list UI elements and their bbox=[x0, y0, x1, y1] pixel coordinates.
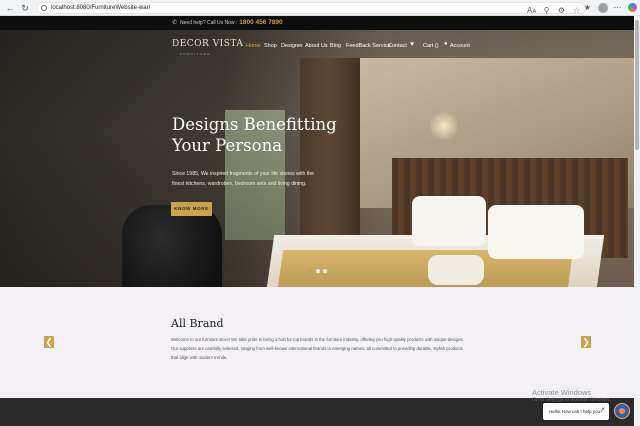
help-phone[interactable]: 1800 456 7890 bbox=[239, 19, 282, 26]
all-brand-section: ❮ All Brand Welcome to our furniture sto… bbox=[0, 287, 634, 398]
carousel-dot-1[interactable] bbox=[309, 269, 313, 273]
nav-designer[interactable]: Designer bbox=[281, 42, 303, 50]
bookmark-icon[interactable]: ☆ bbox=[572, 6, 581, 16]
top-contact-bar: ✆ Need help? Call Us Now :1800 456 7890 bbox=[0, 16, 634, 30]
reader-icon[interactable]: Aᴀ bbox=[527, 6, 536, 16]
hero-description: Since 1985, We inspired fragments of you… bbox=[172, 171, 315, 187]
site-info-icon[interactable] bbox=[41, 5, 47, 11]
hero-chair-image bbox=[122, 205, 222, 287]
zoom-icon[interactable]: ⚲ bbox=[542, 6, 551, 16]
hero-pillow-image bbox=[412, 196, 486, 246]
hero-title-line-2: Your Persona bbox=[172, 136, 283, 155]
nav-account[interactable]: Account bbox=[450, 42, 470, 50]
carousel-dot-2[interactable] bbox=[316, 269, 320, 273]
address-bar[interactable]: localhost:8080/FurnitureWebsite-war/ Aᴀ … bbox=[36, 2, 586, 16]
carousel-indicators bbox=[309, 269, 327, 273]
brand-section-text: Welcome to our furniture store! We take … bbox=[171, 337, 464, 360]
url-text[interactable]: localhost:8080/FurnitureWebsite-war/ bbox=[51, 3, 150, 14]
more-icon[interactable]: ⋯ bbox=[613, 3, 622, 13]
nav-shop[interactable]: Shop bbox=[264, 42, 277, 50]
nav-about-us[interactable]: About Us bbox=[305, 42, 328, 50]
brand-prev-arrow-icon[interactable]: ❮ bbox=[44, 336, 54, 348]
profile-icon[interactable] bbox=[598, 3, 608, 13]
nav-home[interactable]: Home bbox=[246, 42, 261, 50]
back-icon[interactable]: ← bbox=[5, 3, 15, 13]
nav-contact[interactable]: Contact bbox=[388, 42, 407, 50]
hero-lamp-image bbox=[429, 111, 459, 141]
reload-icon[interactable]: ↻ bbox=[20, 3, 30, 13]
know-more-button[interactable]: KNOW MORE bbox=[171, 202, 212, 216]
chat-popup[interactable]: Hello! How can I help you? × bbox=[543, 403, 609, 420]
favorites-icon[interactable]: ★ bbox=[583, 3, 592, 13]
brand-next-arrow-icon[interactable]: ❯ bbox=[581, 336, 591, 348]
chatbot-launcher-icon[interactable] bbox=[614, 403, 630, 419]
help-label: Need help? Call Us Now : bbox=[180, 20, 238, 26]
scrollbar-thumb[interactable] bbox=[635, 20, 639, 150]
nav-blog[interactable]: Blog bbox=[330, 42, 341, 50]
browser-toolbar: ← ↻ localhost:8080/FurnitureWebsite-war/… bbox=[0, 0, 640, 16]
nav-feedback-service[interactable]: FeedBack Service bbox=[346, 42, 391, 50]
carousel-dot-3[interactable] bbox=[323, 269, 327, 273]
extensions-icon[interactable]: ⚙ bbox=[557, 6, 566, 16]
hero-banner: DECOR VISTA FURNITURE Home Shop Designer… bbox=[0, 30, 634, 287]
help-line: ✆ Need help? Call Us Now :1800 456 7890 bbox=[172, 16, 283, 30]
nav-cart[interactable]: Cart () bbox=[423, 42, 439, 50]
hero-title-line-1: Designs Benefitting bbox=[172, 115, 337, 134]
page-scrollbar[interactable] bbox=[634, 16, 640, 426]
chat-popup-text[interactable]: Hello! How can I help you? bbox=[549, 403, 603, 420]
activate-windows-title: Activate Windows bbox=[532, 388, 592, 397]
copilot-icon[interactable] bbox=[628, 3, 637, 12]
chat-close-icon[interactable]: × bbox=[601, 403, 605, 418]
brand-section-title: All Brand bbox=[171, 317, 224, 330]
phone-icon: ✆ bbox=[172, 20, 178, 26]
hero-title: Designs Benefitting Your Persona bbox=[172, 114, 352, 156]
wishlist-heart-icon[interactable]: ♥ bbox=[410, 41, 414, 48]
hero-pillow-image bbox=[488, 205, 584, 259]
site-logo[interactable]: DECOR VISTA bbox=[172, 39, 243, 49]
hero-towel-image bbox=[428, 255, 484, 285]
account-user-icon[interactable]: ● bbox=[444, 41, 448, 47]
site-logo-subtitle: FURNITURE bbox=[180, 52, 211, 56]
